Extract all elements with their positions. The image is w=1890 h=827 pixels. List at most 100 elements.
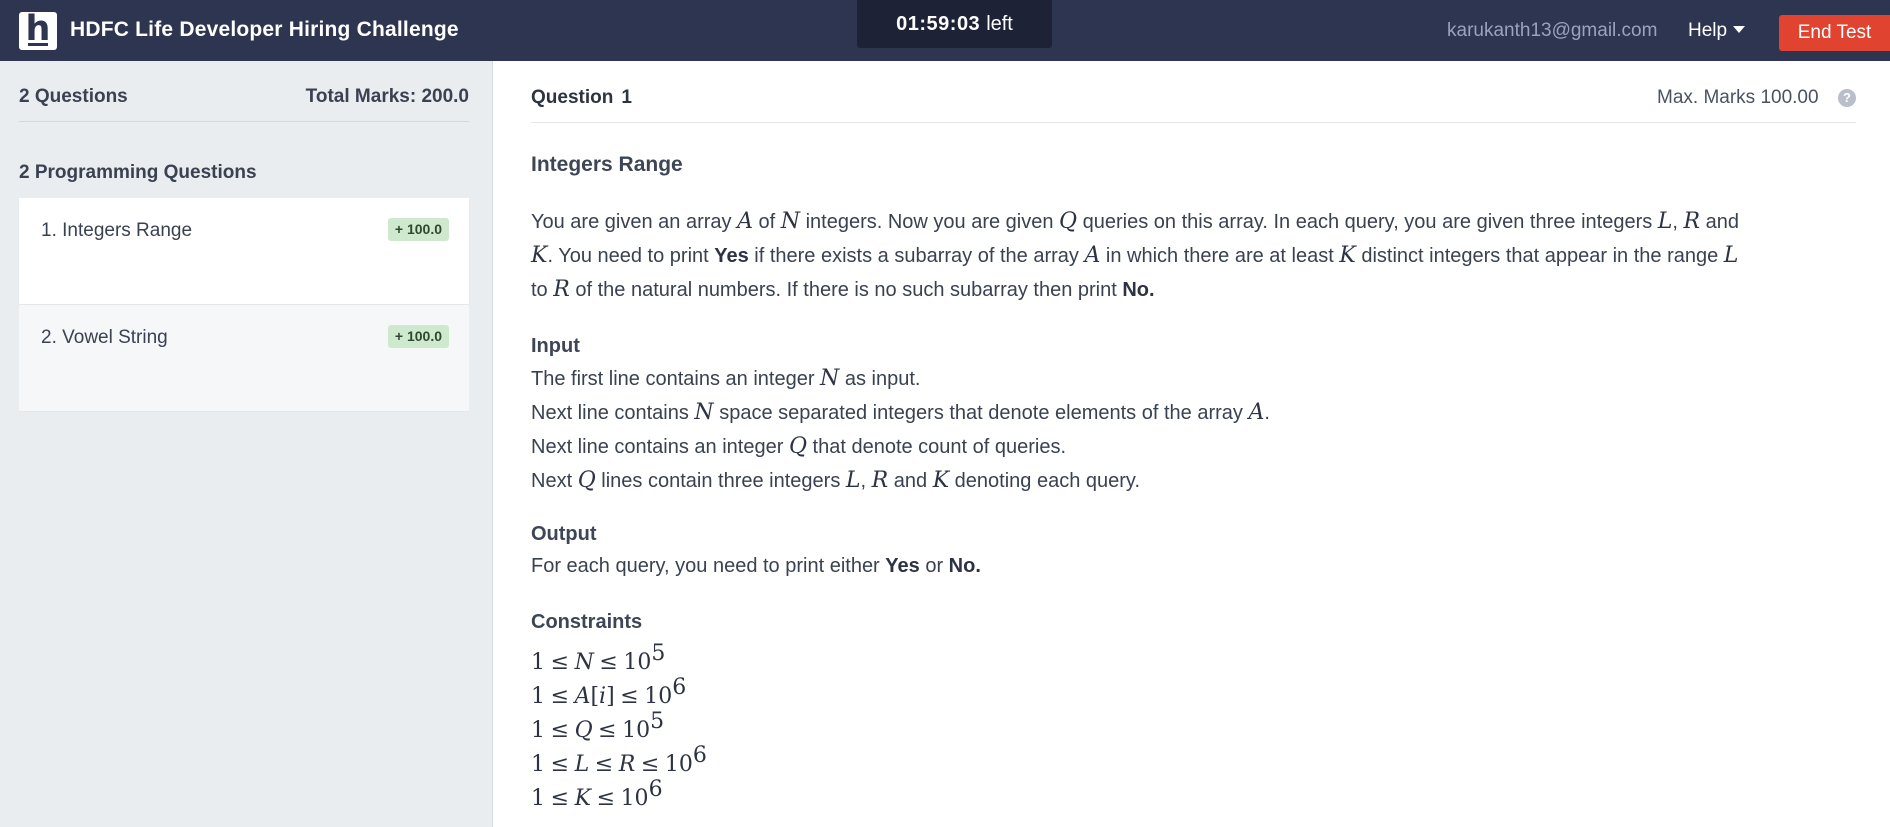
timer-value: 01:59:03 [896,13,981,35]
text-fragment: as input. [839,368,921,390]
marks-badge: + 100.0 [387,218,449,241]
challenge-title: HDFC Life Developer Hiring Challenge [70,18,459,41]
math-token: 5 [650,709,665,734]
math-token: Q [1059,209,1078,234]
question-word: Question [531,87,614,108]
math-token: L [1657,209,1673,234]
math-token: R [1683,209,1701,234]
input-heading: Input [531,335,580,357]
text-fragment: Yes [885,555,920,577]
text-fragment: queries on this array. In each query, yo… [1077,211,1658,233]
input-line-3: Next line contains an integer Q that den… [531,434,1066,459]
question-item-integers-range[interactable]: 1. Integers Range + 100.0 [19,198,469,305]
math-token: K [531,243,548,268]
countdown-timer: 01:59:03 left [857,0,1052,48]
math-token: 10 [622,718,651,743]
math-token: N [574,650,594,675]
math-token: 1 [531,718,545,743]
constraint-k: 1 ≤ K ≤ 106 [531,777,663,811]
text-fragment: that denote count of queries. [806,436,1067,458]
top-bar: h HDFC Life Developer Hiring Challenge 0… [0,0,1890,61]
math-token: Q [788,434,807,459]
math-token: K [932,468,950,493]
text-fragment: Next [531,470,578,492]
math-token: A [737,209,753,234]
math-token: 1 [531,786,545,811]
text-fragment: integers. Now you are given [800,211,1060,233]
math-token: ≤ [550,718,569,743]
question-help-icon[interactable]: ? [1838,89,1856,107]
text-fragment: , [1672,211,1684,233]
output-heading: Output [531,523,597,545]
question-count: 2 Questions [19,86,128,107]
math-token: A [1248,400,1265,425]
text-fragment: and [888,470,933,492]
text-fragment: space separated integers that denote ele… [713,402,1249,424]
text-fragment: in which there are at least [1100,245,1340,267]
marks-badge: + 100.0 [387,325,449,348]
question-item-label: 2. Vowel String [41,327,168,348]
help-menu[interactable]: Help [1688,20,1746,42]
constraint-q: 1 ≤ Q ≤ 105 [531,709,664,743]
question-panel: Question 1 Max. Marks 100.00 ? Integers R… [531,61,1856,827]
math-token: [ [590,684,600,709]
math-token: L [845,468,861,493]
text-fragment: of [752,211,781,233]
math-token: ≤ [596,786,615,811]
input-line-1: The first line contains an integer N as … [531,366,920,391]
math-token: ≤ [550,752,569,777]
text-fragment: . You need to print [547,245,715,267]
math-token: ≤ [640,752,660,777]
math-token: ≤ [550,786,569,811]
question-label: Question 1 [531,87,632,109]
math-token: K [574,786,591,811]
input-line-2: Next line contains N space separated int… [531,400,1270,425]
math-token: 1 [531,752,545,777]
question-item-vowel-string[interactable]: 2. Vowel String + 100.0 [19,305,469,412]
statement-line-2: K. You need to print Yes if there exists… [531,243,1738,268]
math-token: 5 [651,641,666,666]
end-test-button[interactable]: End Test [1779,15,1890,51]
math-token: ] [606,684,615,709]
math-token: 10 [644,684,673,709]
math-token: 1 [531,650,545,675]
math-token: Q [574,718,593,743]
problem-title: Integers Range [531,153,683,176]
caret-down-icon [1733,26,1746,33]
text-fragment: denoting each query. [949,470,1141,492]
user-email[interactable]: karukanth13@gmail.com [1447,20,1657,42]
math-token: R [618,752,636,777]
math-token: A [1084,243,1101,268]
math-token: ≤ [598,718,617,743]
math-token: Q [577,468,596,493]
hackerearth-logo[interactable]: h [19,9,57,50]
text-fragment: The first line contains an integer [531,368,821,390]
statement-line-3: to R of the natural numbers. If there is… [531,277,1155,302]
section-title: 2 Programming Questions [19,162,257,183]
text-fragment: Next line contains [531,402,695,424]
math-token: N [820,366,840,391]
text-fragment: . [1264,402,1270,424]
math-token: R [553,277,570,302]
math-token: 1 [531,684,545,709]
text-fragment: distinct integers that appear in the ran… [1355,245,1724,267]
text-fragment: No. [1122,279,1155,301]
statement-line-1: You are given an array A of N integers. … [531,209,1739,234]
help-label: Help [1688,20,1728,41]
total-marks: Total Marks: 200.0 [305,86,469,107]
math-token: 10 [620,786,649,811]
text-fragment: of the natural numbers. If there is no s… [569,279,1123,301]
text-fragment: and [1700,211,1740,233]
constraint-n: 1 ≤ N ≤ 105 [531,641,665,675]
math-token: 10 [623,650,652,675]
math-token: L [574,752,590,777]
math-token: K [1339,243,1356,268]
text-fragment: if there exists a subarray of the array [748,245,1085,267]
text-fragment: Yes [714,245,749,267]
math-token: 10 [664,752,693,777]
constraint-ai: 1 ≤ A[i] ≤ 106 [531,675,686,709]
text-fragment: lines contain three integers [595,470,846,492]
question-item-label: 1. Integers Range [41,220,193,241]
question-number: 1 [621,87,632,108]
text-fragment: to [531,279,554,301]
